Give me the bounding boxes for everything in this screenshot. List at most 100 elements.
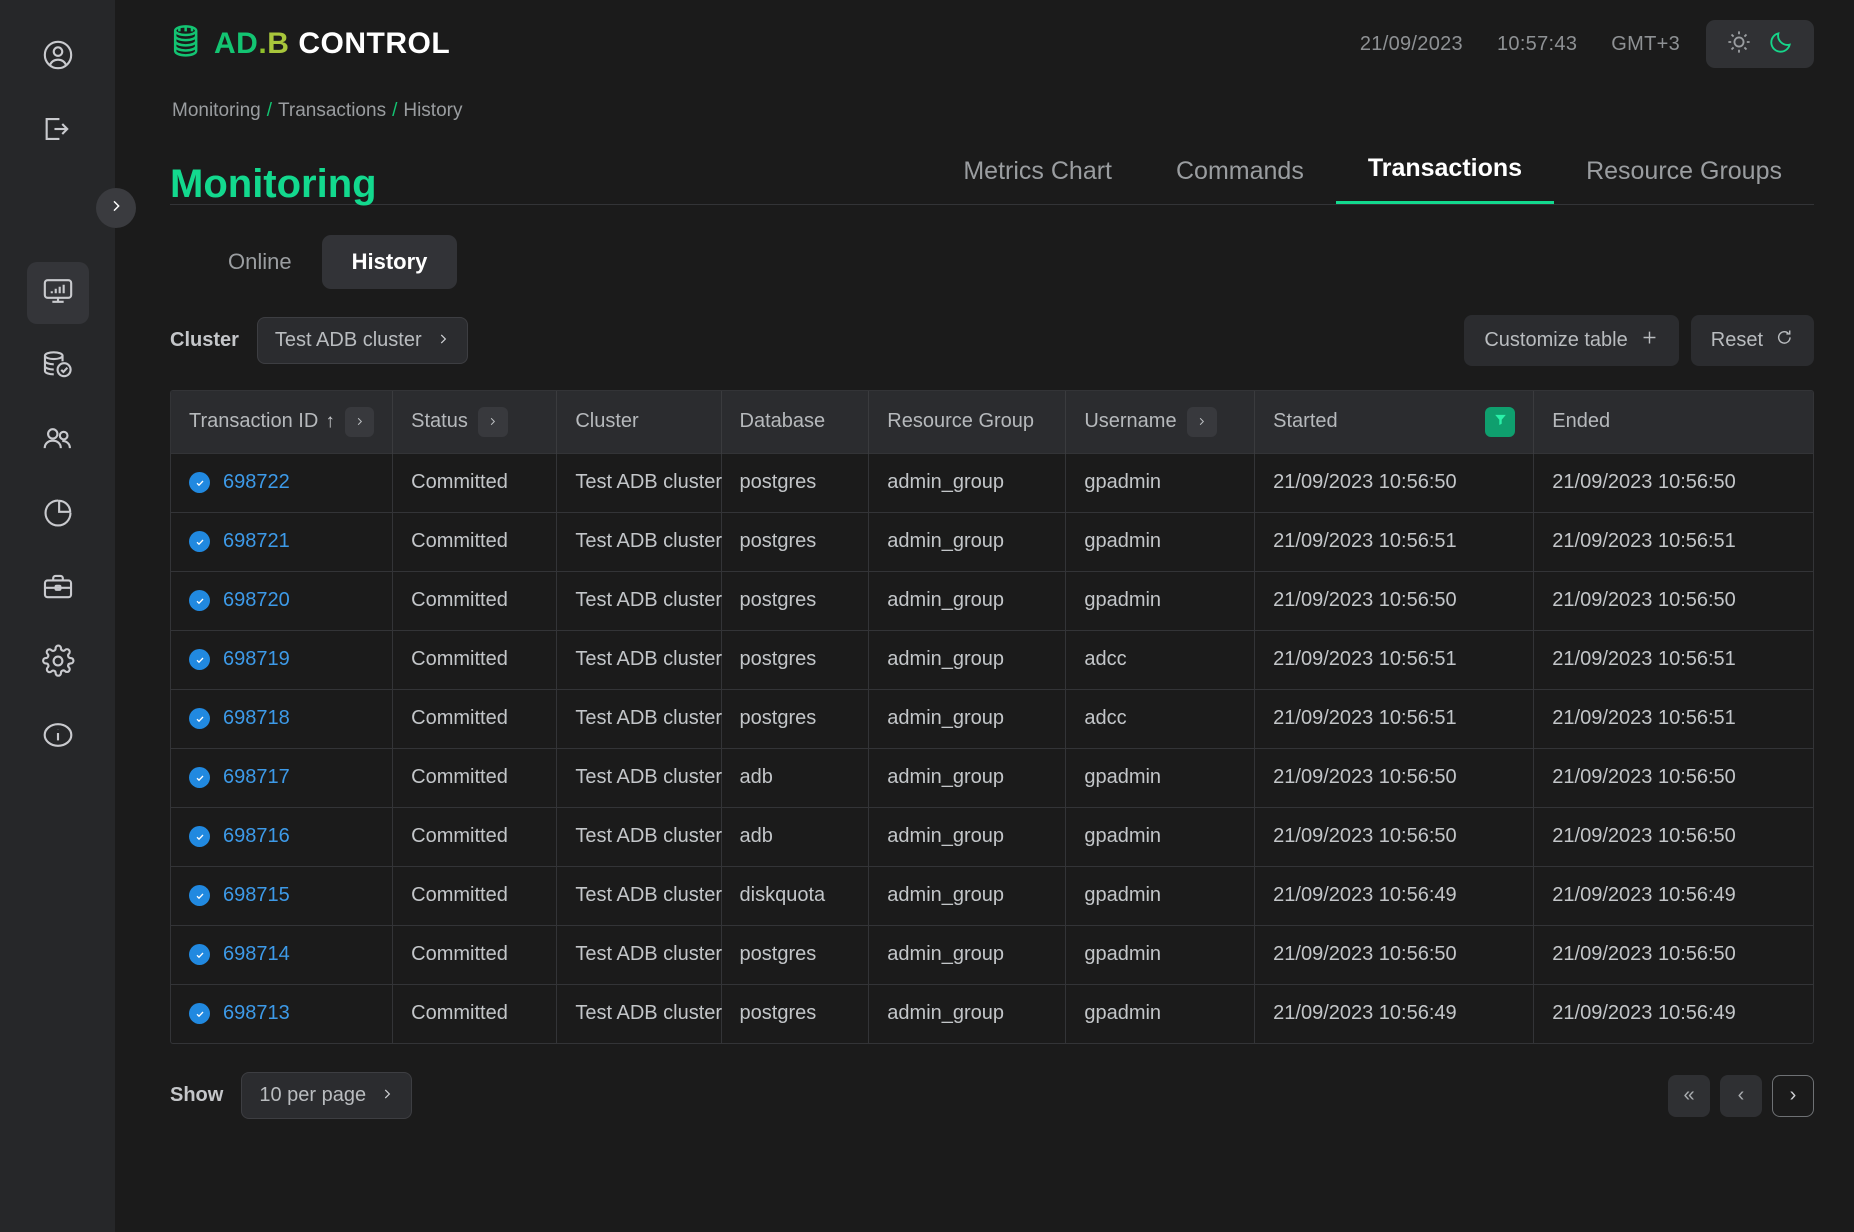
cell-cluster: Test ADB cluster <box>557 512 721 571</box>
filter-row: Cluster Test ADB cluster Customize table… <box>170 315 1814 366</box>
sidebar-item-profile[interactable] <box>27 26 89 88</box>
column-header-resource-group[interactable]: Resource Group <box>869 391 1066 453</box>
cell-resource-group: admin_group <box>869 925 1066 984</box>
sidebar-expand-button[interactable] <box>96 188 136 228</box>
table-row[interactable]: 698719CommittedTest ADB clusterpostgresa… <box>171 630 1813 689</box>
cluster-select[interactable]: Test ADB cluster <box>257 317 468 364</box>
sidebar-item-reports[interactable] <box>27 484 89 546</box>
column-header-started[interactable]: Started <box>1255 391 1534 453</box>
transaction-id-link[interactable]: 698713 <box>223 1002 290 1025</box>
transaction-id-link[interactable]: 698716 <box>223 825 290 848</box>
customize-table-button[interactable]: Customize table <box>1464 315 1678 366</box>
status-committed-icon <box>189 826 210 847</box>
column-menu-status[interactable] <box>478 407 508 437</box>
cell-database: postgres <box>721 630 869 689</box>
column-header-database[interactable]: Database <box>721 391 869 453</box>
cell-cluster: Test ADB cluster <box>557 689 721 748</box>
next-page-button[interactable]: › <box>1772 1075 1814 1117</box>
cell-username: gpadmin <box>1066 512 1255 571</box>
user-circle-icon <box>41 38 75 77</box>
breadcrumb-separator: / <box>267 100 272 121</box>
cell-database: postgres <box>721 453 869 512</box>
transaction-id-link[interactable]: 698717 <box>223 766 290 789</box>
transaction-id-link[interactable]: 698715 <box>223 884 290 907</box>
table-header-row: Transaction ID ↑ Status <box>171 391 1813 453</box>
tab-transactions[interactable]: Transactions <box>1336 154 1554 204</box>
table-row[interactable]: 698722CommittedTest ADB clusterpostgresa… <box>171 453 1813 512</box>
top-bar: AD.BCONTROL 21/09/2023 10:57:43 GMT+3 <box>170 0 1814 88</box>
column-header-username[interactable]: Username <box>1066 391 1255 453</box>
status-committed-icon <box>189 944 210 965</box>
logo-b: B <box>267 27 289 60</box>
table-row[interactable]: 698718CommittedTest ADB clusterpostgresa… <box>171 689 1813 748</box>
sidebar-item-logout[interactable] <box>27 100 89 162</box>
cell-started: 21/09/2023 10:56:50 <box>1255 453 1534 512</box>
table-row[interactable]: 698716CommittedTest ADB clusteradbadmin_… <box>171 807 1813 866</box>
table-row[interactable]: 698721CommittedTest ADB clusterpostgresa… <box>171 512 1813 571</box>
cell-username: gpadmin <box>1066 453 1255 512</box>
chevron-right-icon <box>380 1084 394 1107</box>
moon-icon[interactable] <box>1768 29 1794 60</box>
breadcrumb-item-monitoring[interactable]: Monitoring <box>172 100 261 121</box>
sidebar-item-users[interactable] <box>27 410 89 472</box>
app-logo[interactable]: AD.BCONTROL <box>170 22 450 67</box>
cell-username: adcc <box>1066 630 1255 689</box>
status-committed-icon <box>189 708 210 729</box>
transaction-id-link[interactable]: 698721 <box>223 530 290 553</box>
toggle-online[interactable]: Online <box>198 235 322 289</box>
app-root: AD.BCONTROL 21/09/2023 10:57:43 GMT+3 <box>0 0 1854 1232</box>
cell-database: postgres <box>721 512 869 571</box>
table-head: Transaction ID ↑ Status <box>171 391 1813 453</box>
status-committed-icon <box>189 885 210 906</box>
breadcrumb-item-transactions[interactable]: Transactions <box>278 100 386 121</box>
reset-button[interactable]: Reset <box>1691 315 1814 366</box>
transaction-id-link[interactable]: 698718 <box>223 707 290 730</box>
column-header-cluster[interactable]: Cluster <box>557 391 721 453</box>
tab-metrics-chart[interactable]: Metrics Chart <box>931 157 1144 204</box>
column-menu-username[interactable] <box>1187 407 1217 437</box>
column-label-cluster: Cluster <box>575 410 638 433</box>
customize-table-label: Customize table <box>1484 329 1627 352</box>
prev-page-button[interactable]: ‹ <box>1720 1075 1762 1117</box>
cell-username: gpadmin <box>1066 925 1255 984</box>
breadcrumb-item-history[interactable]: History <box>403 100 462 121</box>
sidebar-item-about[interactable] <box>27 706 89 768</box>
column-header-transaction-id[interactable]: Transaction ID ↑ <box>171 391 393 453</box>
cell-username: gpadmin <box>1066 866 1255 925</box>
table-row[interactable]: 698713CommittedTest ADB clusterpostgresa… <box>171 984 1813 1043</box>
sidebar-item-settings[interactable] <box>27 632 89 694</box>
reset-label: Reset <box>1711 329 1763 352</box>
show-label: Show <box>170 1084 223 1107</box>
tab-commands[interactable]: Commands <box>1144 157 1336 204</box>
sidebar-item-database-backup[interactable] <box>27 336 89 398</box>
table-row[interactable]: 698714CommittedTest ADB clusterpostgresa… <box>171 925 1813 984</box>
column-header-ended[interactable]: Ended <box>1534 391 1813 453</box>
logo-dot: . <box>258 27 267 60</box>
cell-status: Committed <box>393 807 557 866</box>
first-page-button[interactable]: « <box>1668 1075 1710 1117</box>
tab-resource-groups[interactable]: Resource Groups <box>1554 157 1814 204</box>
cell-username: gpadmin <box>1066 984 1255 1043</box>
table-row[interactable]: 698715CommittedTest ADB clusterdiskquota… <box>171 866 1813 925</box>
cell-ended: 21/09/2023 10:56:50 <box>1534 807 1813 866</box>
toggle-history[interactable]: History <box>322 235 458 289</box>
plus-icon <box>1640 328 1659 353</box>
column-header-status[interactable]: Status <box>393 391 557 453</box>
sun-icon[interactable] <box>1726 29 1752 60</box>
cell-username: gpadmin <box>1066 571 1255 630</box>
page-size-select[interactable]: 10 per page <box>241 1072 412 1119</box>
table-actions: Customize table Reset <box>1464 315 1814 366</box>
sidebar-item-monitoring[interactable] <box>27 262 89 324</box>
table-row[interactable]: 698720CommittedTest ADB clusterpostgresa… <box>171 571 1813 630</box>
table-row[interactable]: 698717CommittedTest ADB clusteradbadmin_… <box>171 748 1813 807</box>
sidebar-item-workloads[interactable] <box>27 558 89 620</box>
cell-transaction-id: 698717 <box>171 748 393 807</box>
transaction-id-link[interactable]: 698714 <box>223 943 290 966</box>
transaction-id-link[interactable]: 698719 <box>223 648 290 671</box>
transaction-id-link[interactable]: 698722 <box>223 471 290 494</box>
column-menu-transaction-id[interactable] <box>345 407 374 437</box>
transaction-id-link[interactable]: 698720 <box>223 589 290 612</box>
cell-started: 21/09/2023 10:56:50 <box>1255 748 1534 807</box>
column-filter-started[interactable] <box>1485 407 1515 437</box>
logout-icon <box>41 112 75 151</box>
